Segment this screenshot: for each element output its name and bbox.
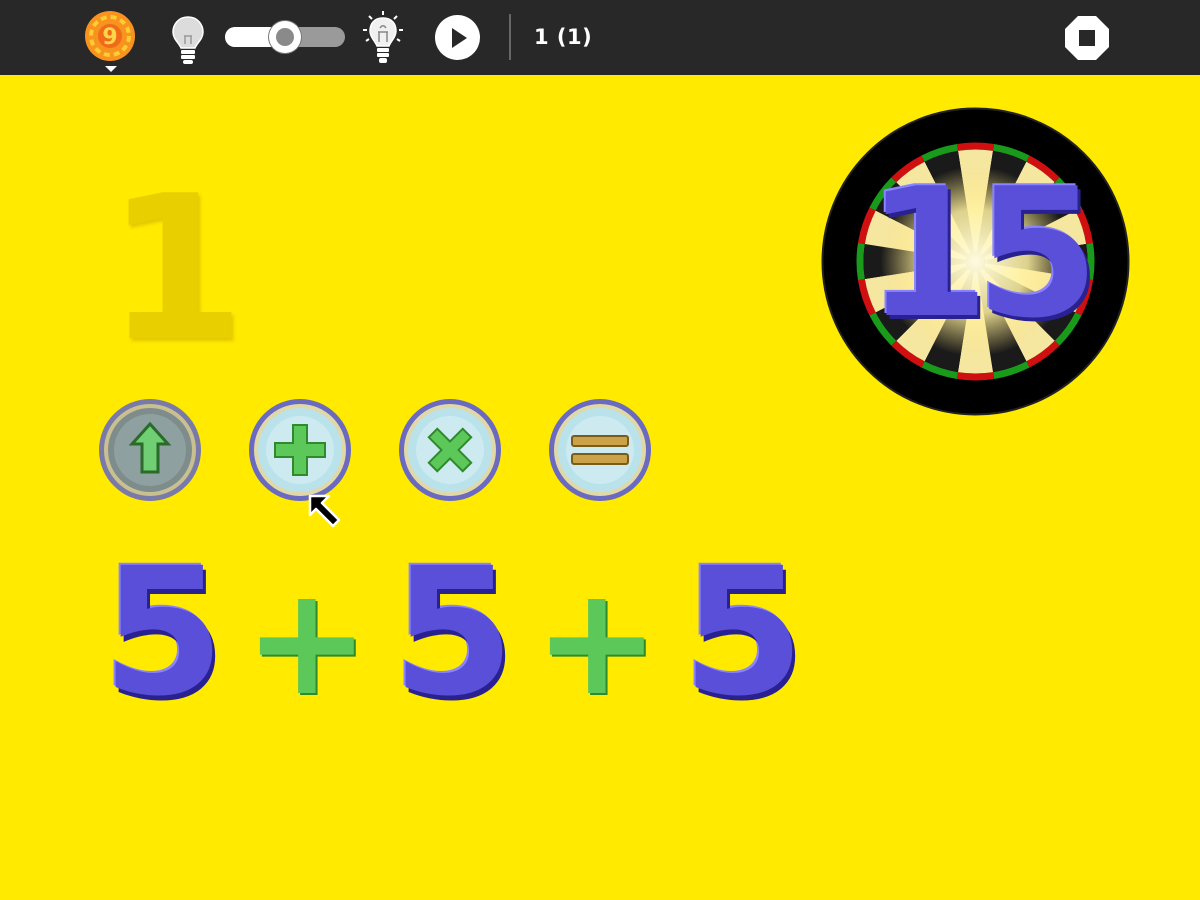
- mouse-cursor-icon: [307, 493, 347, 531]
- equation-digit[interactable]: 5: [102, 545, 224, 721]
- play-button[interactable]: [435, 15, 480, 60]
- multiply-button[interactable]: [398, 398, 502, 502]
- stop-icon[interactable]: [1064, 15, 1110, 61]
- toolbar: 9 1 (1): [0, 0, 1200, 75]
- hint-level-slider[interactable]: [225, 21, 345, 53]
- bulb-off-icon[interactable]: [170, 14, 206, 66]
- target-number: 15: [865, 150, 1100, 357]
- activity-menu-arrow-icon[interactable]: [105, 66, 117, 72]
- activity-icon-digit: 9: [102, 25, 117, 50]
- equals-button[interactable]: [548, 398, 652, 502]
- equation-plus: +: [244, 555, 370, 729]
- up-arrow-button[interactable]: [98, 398, 202, 502]
- slider-handle[interactable]: [269, 21, 301, 53]
- bulb-on-icon[interactable]: [362, 10, 404, 66]
- level-indicator: 1 (1): [534, 25, 593, 49]
- activity-icon[interactable]: 9: [84, 10, 136, 62]
- current-number: 1: [106, 153, 245, 386]
- equation-digit[interactable]: 5: [682, 545, 804, 721]
- toolbar-separator: [509, 14, 511, 60]
- plus-button[interactable]: [248, 398, 352, 502]
- equation-plus: +: [534, 555, 660, 729]
- equation-digit[interactable]: 5: [392, 545, 514, 721]
